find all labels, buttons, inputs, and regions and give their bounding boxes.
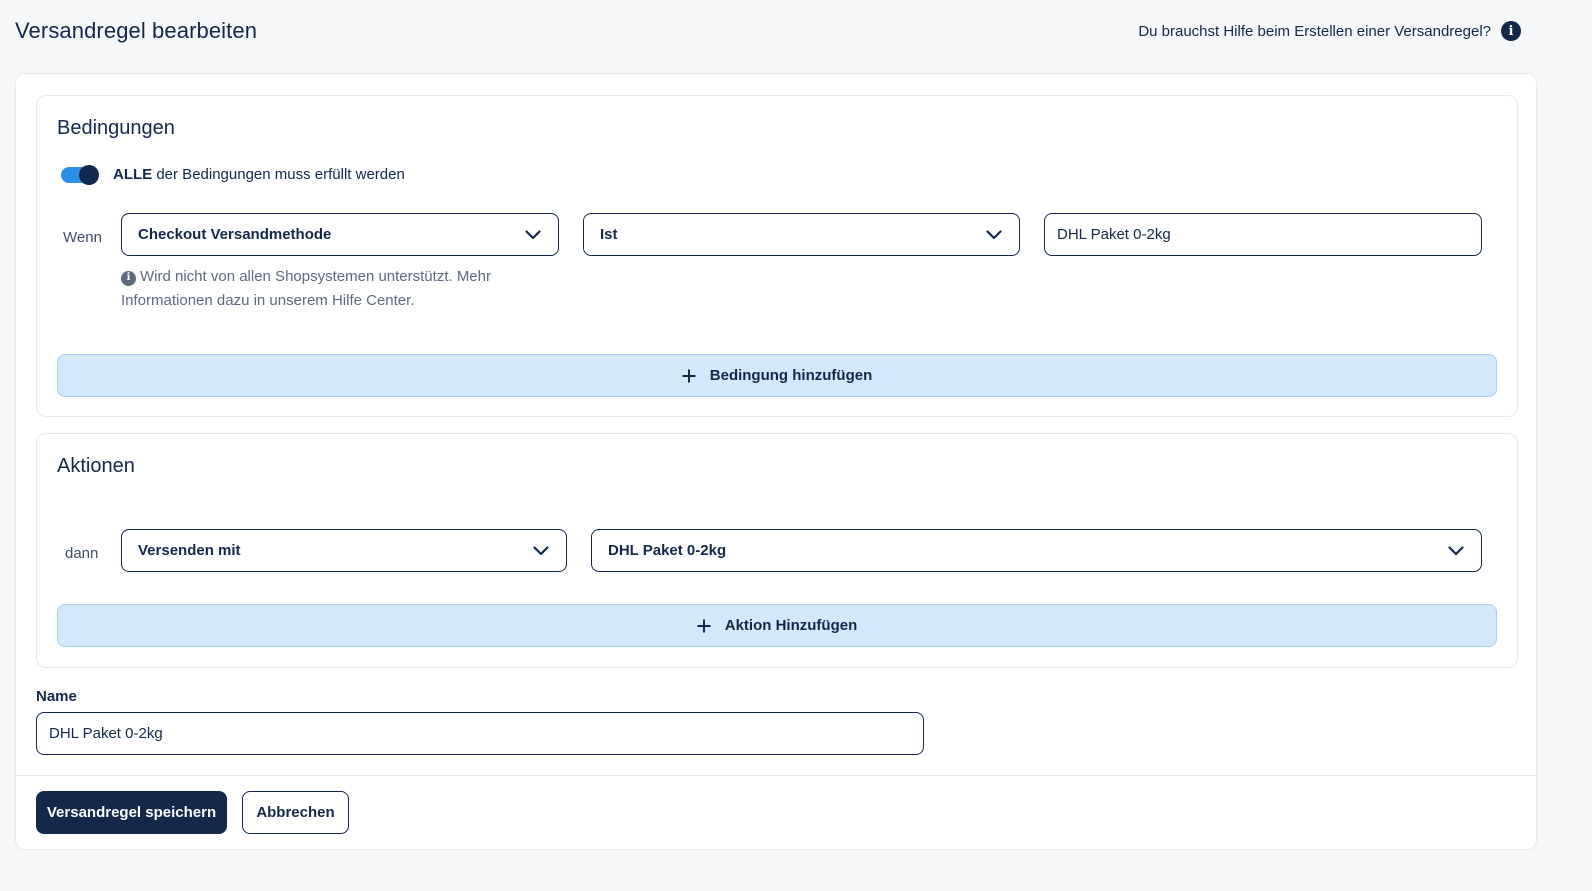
info-icon[interactable]: i bbox=[1501, 21, 1521, 41]
match-all-keyword: ALLE bbox=[113, 166, 153, 183]
support-hint: i Wird nicht von allen Shopsystemen unter… bbox=[121, 265, 521, 313]
action-row-label: dann bbox=[65, 545, 99, 562]
action-target-select[interactable]: DHL Paket 0-2kg bbox=[591, 529, 1482, 572]
save-button[interactable]: Versandregel speichern bbox=[36, 791, 227, 834]
match-all-rest: der Bedingungen muss erfüllt werden bbox=[152, 166, 405, 183]
name-input[interactable] bbox=[36, 712, 924, 755]
plus-icon bbox=[697, 615, 711, 637]
match-all-toggle[interactable] bbox=[61, 164, 99, 185]
conditions-section: Bedingungen ALLE der Bedingungen muss er… bbox=[36, 95, 1518, 417]
action-type-value: Versenden mit bbox=[138, 542, 241, 559]
condition-operator-value: Ist bbox=[600, 226, 618, 243]
rule-editor-card: Bedingungen ALLE der Bedingungen muss er… bbox=[15, 73, 1537, 850]
chevron-down-icon bbox=[532, 542, 550, 560]
help-text: Du brauchst Hilfe beim Erstellen einer V… bbox=[1138, 22, 1491, 40]
plus-icon bbox=[682, 365, 696, 387]
add-condition-label: Bedingung hinzufügen bbox=[709, 367, 873, 384]
chevron-down-icon bbox=[524, 226, 542, 244]
toggle-knob bbox=[79, 164, 99, 185]
name-label: Name bbox=[36, 688, 77, 705]
condition-field-value: Checkout Versandmethode bbox=[138, 226, 332, 243]
chevron-down-icon bbox=[985, 226, 1003, 244]
page-title: Versandregel bearbeiten bbox=[15, 18, 258, 43]
action-target-value: DHL Paket 0-2kg bbox=[608, 542, 727, 559]
info-icon: i bbox=[121, 270, 136, 286]
match-all-label: ALLE der Bedingungen muss erfüllt werden bbox=[113, 166, 405, 183]
actions-title: Aktionen bbox=[57, 455, 135, 477]
help-link[interactable]: Du brauchst Hilfe beim Erstellen einer V… bbox=[1138, 21, 1521, 41]
condition-row-label: Wenn bbox=[63, 229, 102, 246]
conditions-title: Bedingungen bbox=[57, 117, 175, 139]
condition-operator-select[interactable]: Ist bbox=[583, 213, 1020, 256]
condition-field-select[interactable]: Checkout Versandmethode bbox=[121, 213, 559, 256]
action-type-select[interactable]: Versenden mit bbox=[121, 529, 567, 572]
chevron-down-icon bbox=[1447, 542, 1465, 560]
actions-section: Aktionen dann Versenden mit DHL Paket 0-… bbox=[36, 433, 1518, 668]
match-all-row: ALLE der Bedingungen muss erfüllt werden bbox=[61, 164, 405, 185]
footer-divider bbox=[16, 775, 1536, 776]
add-condition-button[interactable]: Bedingung hinzufügen bbox=[57, 354, 1497, 397]
support-hint-text: Wird nicht von allen Shopsystemen unters… bbox=[121, 268, 491, 309]
add-action-button[interactable]: Aktion Hinzufügen bbox=[57, 604, 1497, 647]
condition-value-text: DHL Paket 0-2kg bbox=[1057, 226, 1171, 243]
cancel-button[interactable]: Abbrechen bbox=[242, 791, 349, 834]
add-action-label: Aktion Hinzufügen bbox=[724, 617, 858, 634]
condition-value-input[interactable]: DHL Paket 0-2kg bbox=[1044, 213, 1482, 256]
